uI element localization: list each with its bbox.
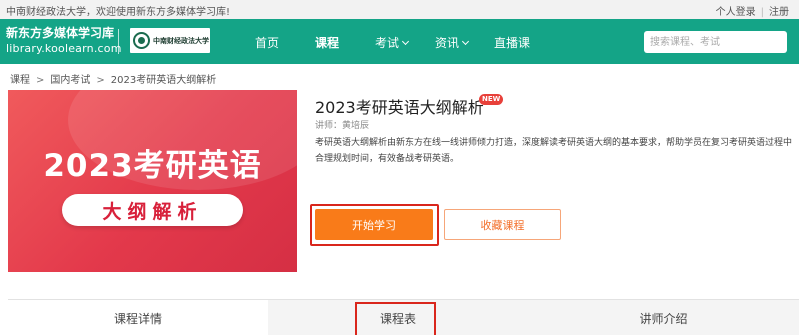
cover-subtitle-pill: 大纲解析 [62, 194, 243, 226]
tab-lecturer-intro[interactable]: 讲师介绍 [528, 300, 799, 335]
schedule-tab-highlight [355, 302, 436, 335]
main-header: 新东方多媒体学习库 library.koolearn.com 中南财经政法大学 … [0, 19, 799, 64]
tab-label: 讲师介绍 [639, 311, 688, 326]
course-title: 2023考研英语大纲解析 [315, 98, 484, 117]
nav-item-courses[interactable]: 课程 [315, 34, 339, 51]
register-link[interactable]: 注册 [769, 7, 789, 18]
brand-name: 新东方多媒体学习库 [6, 26, 115, 40]
chevron-down-icon [401, 37, 410, 46]
course-description: 考研英语大纲解析由新东方在线一线讲师倾力打造，深度解读考研英语大纲的基本要求，帮… [315, 138, 793, 164]
new-badge: NEW [479, 94, 504, 105]
chevron-down-icon [461, 37, 470, 46]
breadcrumb: 课程 > 国内考试 >2023考研英语大纲解析 [10, 71, 216, 86]
breadcrumb-item-courses[interactable]: 课程 [10, 75, 30, 86]
site-logo[interactable]: 新东方多媒体学习库 library.koolearn.com [6, 25, 122, 57]
nav-item-news[interactable]: 资讯 [435, 34, 470, 51]
nav-item-exams[interactable]: 考试 [375, 34, 410, 51]
nav-label: 首页 [255, 36, 280, 50]
nav-item-live[interactable]: 直播课 [494, 34, 530, 51]
link-separator: | [760, 7, 764, 18]
nav-item-home[interactable]: 首页 [255, 34, 279, 51]
course-lecturer: 讲师：黄培辰 [315, 121, 370, 131]
nav-label: 课程 [315, 36, 340, 50]
search-input[interactable] [644, 31, 787, 53]
brand-url: library.koolearn.com [6, 42, 122, 55]
top-strip: 中南财经政法大学，欢迎使用新东方多媒体学习库! 个人登录 | 注册 [0, 0, 799, 19]
nav-label: 直播课 [494, 36, 531, 50]
nav-label: 资讯 [435, 36, 460, 50]
university-logo: 中南财经政法大学 [130, 28, 210, 53]
breadcrumb-item-domestic-exams[interactable]: 国内考试 [50, 75, 90, 86]
tab-label: 课程详情 [113, 311, 162, 326]
login-link[interactable]: 个人登录 [716, 7, 756, 18]
breadcrumb-separator: > [96, 75, 105, 86]
cover-subtitle: 大纲解析 [102, 200, 203, 223]
university-name: 中南财经政法大学 [153, 35, 209, 45]
breadcrumb-item-current: 2023考研英语大纲解析 [110, 75, 217, 86]
course-cover-image: 2023考研英语 大纲解析 [8, 90, 297, 272]
nav-label: 考试 [375, 36, 400, 50]
tab-course-details[interactable]: 课程详情 [8, 300, 268, 335]
account-links: 个人登录 | 注册 [716, 3, 789, 18]
start-learning-button[interactable]: 开始学习 [315, 209, 433, 240]
cover-title: 2023考研英语 [43, 148, 262, 184]
breadcrumb-separator: > [36, 75, 45, 86]
brand-divider [118, 29, 119, 54]
university-seal-icon [133, 32, 150, 49]
welcome-text: 中南财经政法大学，欢迎使用新东方多媒体学习库! [6, 7, 231, 18]
favorite-course-button[interactable]: 收藏课程 [444, 209, 561, 240]
